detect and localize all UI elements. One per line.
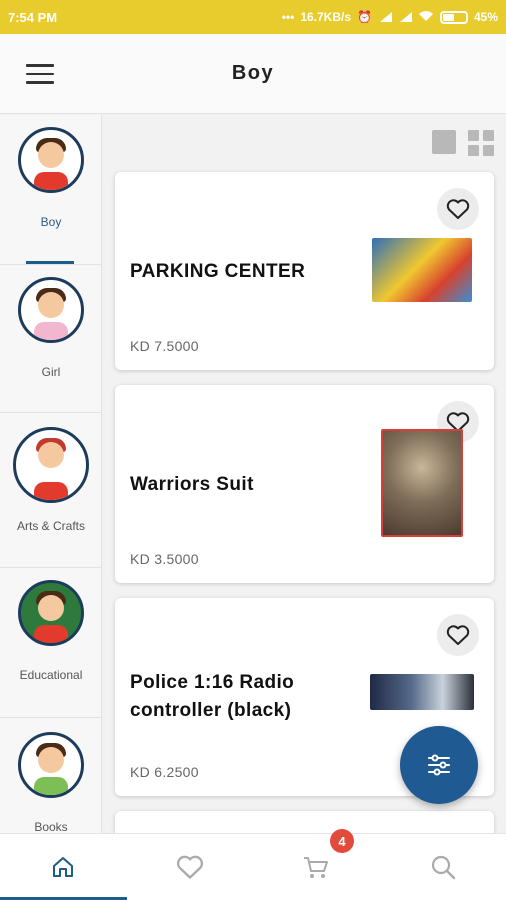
cart-badge: 4 [330, 829, 354, 853]
favorite-button[interactable] [437, 188, 479, 230]
alarm-icon: ⏰ [357, 10, 372, 24]
wifi-icon [418, 10, 434, 25]
signal-icon-2 [398, 12, 412, 22]
product-card[interactable]: PARKING CENTER KD 7.5000 [115, 172, 494, 370]
category-label: Boy [40, 215, 62, 229]
hamburger-icon[interactable] [26, 64, 54, 84]
status-indicators: ••• 16.7KB/s ⏰ 45% [282, 10, 498, 25]
educational-category-icon [18, 580, 84, 646]
nav-cart[interactable] [253, 834, 380, 900]
category-item-books[interactable]: Books [0, 718, 101, 833]
battery-percent: 45% [473, 10, 498, 24]
filter-button[interactable] [400, 726, 478, 804]
active-indicator [26, 261, 74, 264]
network-speed: 16.7KB/s [300, 10, 352, 24]
dots-icon: ••• [281, 10, 295, 24]
status-bar: 7:54 PM ••• 16.7KB/s ⏰ 45% [0, 0, 506, 34]
filter-sliders-icon [428, 754, 450, 776]
single-view-icon[interactable] [432, 130, 456, 154]
category-item-girl[interactable]: Girl [0, 265, 101, 413]
view-toggle [432, 130, 494, 156]
category-item-boy[interactable]: Boy [0, 115, 101, 265]
search-icon [431, 855, 455, 880]
nav-home[interactable] [0, 834, 127, 900]
app-bar: Boy [0, 34, 506, 114]
signal-icon [378, 12, 392, 22]
product-name: PARKING CENTER [130, 261, 306, 282]
product-price: KD 3.5000 [130, 551, 199, 567]
category-label: Books [34, 820, 68, 833]
favorite-button[interactable] [437, 614, 479, 656]
heart-icon [446, 625, 470, 645]
category-label: Educational [19, 668, 83, 682]
girl-category-icon [18, 277, 84, 343]
battery-icon [439, 10, 468, 24]
category-label: Girl [41, 365, 61, 379]
product-name: Warriors Suit [130, 474, 254, 495]
nav-search[interactable] [380, 834, 506, 900]
product-name: Police 1:16 Radio controller (black) [130, 672, 295, 721]
category-label: Arts & Crafts [16, 519, 85, 533]
home-icon [53, 857, 74, 877]
product-card[interactable]: Warriors Suit KD 3.5000 [115, 385, 494, 583]
product-price: KD 6.2500 [130, 764, 199, 780]
boy-category-icon [18, 127, 84, 193]
product-price: KD 7.5000 [130, 338, 199, 354]
page-title: Boy [231, 62, 275, 84]
status-time: 7:54 PM [8, 9, 58, 25]
heart-icon [176, 855, 203, 879]
product-image [372, 238, 472, 302]
books-category-icon [18, 732, 84, 798]
category-sidebar: Boy Girl Arts & Crafts Educational Books [0, 115, 102, 833]
category-item-arts-crafts[interactable]: Arts & Crafts [0, 413, 101, 568]
nav-wishlist[interactable] [127, 834, 254, 900]
product-image [381, 429, 463, 537]
grid-view-icon[interactable] [468, 130, 494, 156]
heart-icon [446, 199, 470, 219]
category-item-educational[interactable]: Educational [0, 568, 101, 718]
arts-crafts-category-icon [13, 427, 89, 503]
cart-icon [304, 857, 329, 878]
product-image [370, 674, 474, 710]
bottom-navigation [0, 833, 506, 900]
